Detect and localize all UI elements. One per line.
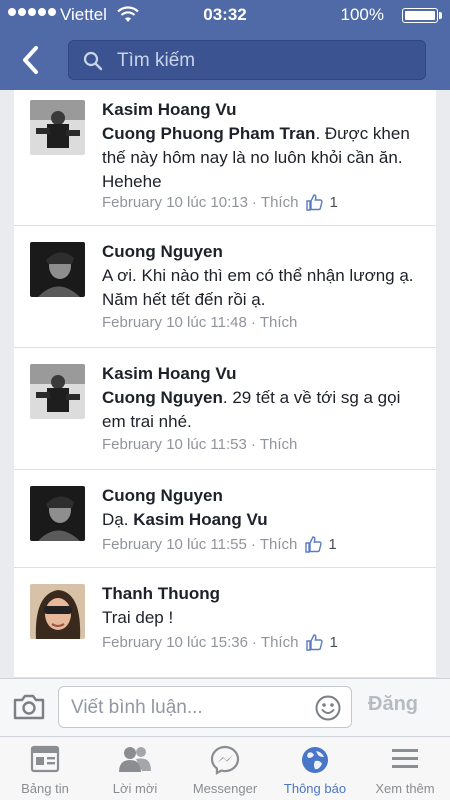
comment-author[interactable]: Kasim Hoang Vu (102, 364, 236, 384)
search-bar[interactable] (68, 40, 426, 81)
battery-icon (402, 8, 438, 23)
search-icon (83, 51, 103, 71)
comment-input-box[interactable] (58, 686, 352, 729)
like-count: 1 (329, 194, 338, 211)
comment-meta: February 10 lúc 11:55 · Thích 1 (102, 536, 337, 553)
menu-icon (392, 749, 418, 768)
tab-label: Xem thêm (375, 781, 435, 796)
comment-text: Trai dep ! (102, 606, 422, 630)
like-button[interactable]: Thích (261, 194, 299, 211)
thumbs-up-icon (305, 536, 322, 553)
like-count: 1 (328, 536, 337, 553)
comment-meta: February 10 lúc 11:53 · Thích (102, 436, 297, 453)
comment-body: Dạ. (102, 510, 134, 529)
like-count-badge[interactable]: 1 (306, 194, 338, 211)
comment-timestamp[interactable]: February 10 lúc 11:48 (102, 314, 247, 331)
separator-dot: · (251, 634, 257, 651)
comment-input[interactable] (69, 687, 313, 729)
comment-item: Cuong Nguyen Dạ. Kasim Hoang Vu February… (14, 470, 436, 568)
like-count-badge[interactable]: 1 (306, 634, 338, 651)
avatar[interactable] (30, 100, 85, 155)
comment-text: Dạ. Kasim Hoang Vu (102, 508, 422, 532)
search-input[interactable] (115, 41, 419, 81)
post-button[interactable]: Đăng (368, 693, 418, 716)
emoji-icon[interactable] (315, 695, 341, 721)
mention-link[interactable]: Cuong Phuong Pham Tran (102, 124, 315, 143)
like-button[interactable]: Thích (260, 536, 298, 553)
tab-label: Thông báo (283, 781, 347, 796)
comment-author[interactable]: Kasim Hoang Vu (102, 100, 236, 120)
like-button[interactable]: Thích (261, 634, 299, 651)
battery-tip (439, 12, 442, 19)
mention-link[interactable]: Cuong Nguyen (102, 388, 223, 407)
comment-author[interactable]: Cuong Nguyen (102, 486, 223, 506)
top-bar: Viettel 03:32 100% (0, 0, 450, 90)
back-button[interactable] (14, 42, 50, 78)
tab-label: Lời mời (112, 781, 158, 796)
comment-timestamp[interactable]: February 10 lúc 11:53 (102, 436, 247, 453)
comment-timestamp[interactable]: February 10 lúc 15:36 (102, 634, 248, 651)
thumbs-up-icon (306, 634, 324, 651)
comment-item: Kasim Hoang Vu Cuong Nguyen. 29 tết a về… (14, 348, 436, 470)
camera-icon[interactable] (12, 693, 46, 721)
tab-notifications[interactable]: Thông báo (270, 737, 360, 800)
comment-meta: February 10 lúc 10:13 · Thích 1 (102, 194, 338, 211)
comment-body: A ơi. Khi nào thì em có thể nhận lương ạ… (102, 266, 414, 309)
tab-label: Messenger (192, 781, 258, 796)
comment-item: Cuong Nguyen A ơi. Khi nào thì em có thể… (14, 226, 436, 348)
comment-composer: Đăng (0, 678, 450, 736)
comment-timestamp[interactable]: February 10 lúc 10:13 (102, 194, 248, 211)
comment-author[interactable]: Thanh Thuong (102, 584, 220, 604)
separator-dot: · (251, 194, 257, 211)
tab-more[interactable]: Xem thêm (360, 737, 450, 800)
news-feed-icon (30, 745, 60, 773)
tab-news-feed[interactable]: Bảng tin (0, 737, 90, 800)
comment-text: Cuong Phuong Pham Tran. Được khen thế nà… (102, 122, 422, 194)
avatar[interactable] (30, 364, 85, 419)
like-count: 1 (329, 634, 338, 651)
comment-item: Kasim Hoang Vu Cuong Phuong Pham Tran. Đ… (14, 90, 436, 226)
separator-dot: · (250, 436, 256, 453)
avatar[interactable] (30, 584, 85, 639)
like-button[interactable]: Thích (260, 314, 298, 331)
tab-bar: Bảng tin Lời mời Messenger Thông báo Xem… (0, 736, 450, 800)
comment-meta: February 10 lúc 15:36 · Thích 1 (102, 634, 338, 651)
comment-text: Cuong Nguyen. 29 tết a về tới sg a gọi e… (102, 386, 422, 434)
messenger-icon (210, 745, 240, 775)
comment-item: Thanh Thuong Trai dep ! February 10 lúc … (14, 568, 436, 678)
separator-dot: · (250, 314, 256, 331)
comment-meta: February 10 lúc 11:48 · Thích (102, 314, 297, 331)
avatar[interactable] (30, 486, 85, 541)
tab-messenger[interactable]: Messenger (180, 737, 270, 800)
mention-link[interactable]: Kasim Hoang Vu (133, 510, 267, 529)
thumbs-up-icon (306, 194, 324, 211)
like-count-badge[interactable]: 1 (305, 536, 337, 553)
friend-requests-icon (119, 747, 151, 772)
like-button[interactable]: Thích (260, 436, 298, 453)
comment-text: A ơi. Khi nào thì em có thể nhận lương ạ… (102, 264, 422, 312)
comment-body: Trai dep ! (102, 608, 174, 627)
comments-list: Kasim Hoang Vu Cuong Phuong Pham Tran. Đ… (0, 90, 450, 678)
globe-notifications-icon (302, 747, 328, 773)
battery-percentage: 100% (340, 5, 384, 24)
tab-friend-requests[interactable]: Lời mời (90, 737, 180, 800)
tab-label: Bảng tin (21, 781, 69, 796)
comment-timestamp[interactable]: February 10 lúc 11:55 (102, 536, 247, 553)
avatar[interactable] (30, 242, 85, 297)
status-bar: Viettel 03:32 100% (0, 0, 450, 30)
separator-dot: · (250, 536, 256, 553)
comment-author[interactable]: Cuong Nguyen (102, 242, 223, 262)
